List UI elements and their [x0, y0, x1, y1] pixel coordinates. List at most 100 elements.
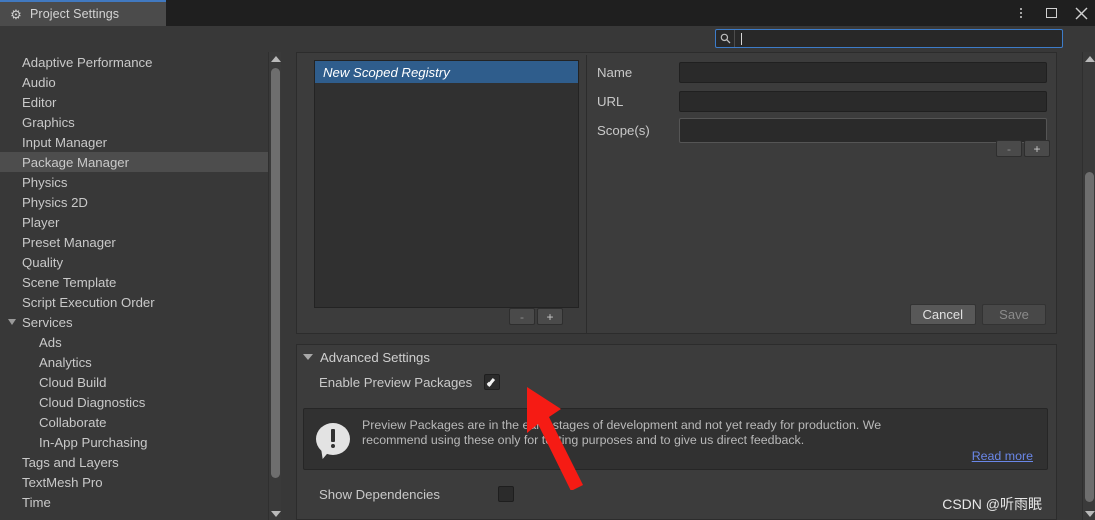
scope-buttons: - + [996, 140, 1050, 157]
sidebar-scrollbar[interactable] [268, 52, 281, 520]
field-name-row: Name [597, 61, 1047, 83]
sidebar-item-ads[interactable]: Ads [0, 332, 268, 352]
toolbar [0, 26, 1095, 52]
sidebar-item-services[interactable]: Services [0, 312, 268, 332]
sidebar-scroll-thumb[interactable] [271, 68, 280, 478]
package-manager-settings: New Scoped Registry - + Name URL Scope(s… [283, 52, 1070, 520]
card-actions: Cancel Save [909, 304, 1046, 325]
scopes-input[interactable] [679, 117, 1047, 143]
check-icon [486, 376, 498, 388]
card-divider [586, 55, 587, 333]
sidebar-item-label: Adaptive Performance [22, 54, 153, 70]
field-scopes-row: Scope(s) [597, 117, 1047, 143]
sidebar-item-label: Collaborate [39, 414, 107, 430]
field-url-row: URL [597, 90, 1047, 112]
kebab-menu-icon[interactable] [1013, 5, 1029, 21]
sidebar-item-label: Cloud Build [39, 374, 107, 390]
sidebar-item-label: Player [22, 214, 60, 230]
scroll-down-arrow-icon[interactable] [269, 507, 282, 520]
watermark: CSDN @听雨眠 [942, 496, 1042, 512]
sidebar-item-label: Time [22, 494, 51, 510]
name-input[interactable] [679, 61, 1047, 83]
settings-sidebar[interactable]: Adaptive Performance Audio Editor Graphics I… [0, 52, 268, 520]
sidebar-item-label: Physics 2D [22, 194, 88, 210]
sidebar-item-label: TextMesh Pro [22, 474, 103, 490]
enable-preview-packages-row: Enable Preview Packages [297, 369, 1056, 395]
sidebar-item-preset-manager[interactable]: Preset Manager [0, 232, 268, 252]
sidebar-item-textmesh-pro[interactable]: TextMesh Pro [0, 472, 268, 492]
sidebar-item-tags-and-layers[interactable]: Tags and Layers [0, 452, 268, 472]
advanced-settings-header[interactable]: Advanced Settings [297, 345, 1056, 369]
registry-list-item[interactable]: New Scoped Registry [315, 61, 578, 83]
sidebar-item-package-manager[interactable]: Package Manager [0, 152, 268, 172]
field-label-scopes: Scope(s) [597, 122, 650, 138]
sidebar-item-script-execution-order[interactable]: Script Execution Order [0, 292, 268, 312]
save-button[interactable]: Save [982, 304, 1046, 325]
sidebar-item-physics[interactable]: Physics [0, 172, 268, 192]
search-icon [716, 30, 734, 47]
add-registry-button[interactable]: + [537, 308, 563, 325]
sidebar-item-cloud-build[interactable]: Cloud Build [0, 372, 268, 392]
show-dependencies-label: Show Dependencies [319, 486, 440, 502]
sidebar-item-audio[interactable]: Audio [0, 72, 268, 92]
scoped-registry-list[interactable]: New Scoped Registry [314, 60, 579, 308]
field-label-name: Name [597, 64, 633, 80]
sidebar-item-label: Script Execution Order [22, 294, 155, 310]
scroll-up-arrow-icon[interactable] [269, 52, 282, 65]
sidebar-item-label: Package Manager [22, 154, 130, 170]
sidebar-item-adaptive-performance[interactable]: Adaptive Performance [0, 52, 268, 72]
sidebar-item-collaborate[interactable]: Collaborate [0, 412, 268, 432]
close-icon[interactable] [1073, 5, 1089, 21]
search-box[interactable] [715, 29, 1063, 48]
sidebar-item-input-manager[interactable]: Input Manager [0, 132, 268, 152]
scoped-registries-card: New Scoped Registry - + Name URL Scope(s… [296, 52, 1057, 334]
add-scope-button[interactable]: + [1024, 140, 1050, 157]
sidebar-item-label: Analytics [39, 354, 92, 370]
sidebar-item-player[interactable]: Player [0, 212, 268, 232]
remove-scope-button[interactable]: - [996, 140, 1022, 157]
field-label-url: URL [597, 93, 624, 109]
show-dependencies-checkbox[interactable] [497, 486, 514, 502]
remove-registry-button[interactable]: - [509, 308, 535, 325]
read-more-link[interactable]: Read more [972, 449, 1033, 463]
info-line-1: Preview Packages are in the early stages… [362, 418, 882, 432]
chevron-down-icon[interactable] [8, 319, 16, 325]
sidebar-item-label: Preset Manager [22, 234, 116, 250]
sidebar-item-label: Services [22, 314, 73, 330]
maximize-icon[interactable] [1043, 5, 1059, 21]
registry-list-buttons: - + [509, 308, 563, 325]
sidebar-item-time[interactable]: Time [0, 492, 268, 512]
sidebar-item-label: Input Manager [22, 134, 108, 150]
gear-icon: ⚙ [10, 6, 22, 22]
window-controls [1013, 0, 1089, 26]
main-scroll-down-arrow-icon[interactable] [1083, 507, 1095, 520]
chevron-down-icon[interactable] [303, 354, 313, 360]
sidebar-item-label: Tags and Layers [22, 454, 119, 470]
sidebar-item-scene-template[interactable]: Scene Template [0, 272, 268, 292]
sidebar-item-in-app-purchasing[interactable]: In-App Purchasing [0, 432, 268, 452]
title-bar: ⚙ Project Settings [0, 0, 1095, 26]
url-input[interactable] [679, 90, 1047, 112]
project-settings-window: ⚙ Project Settings Adaptive Performance A… [0, 0, 1095, 520]
main-scrollbar[interactable] [1082, 52, 1095, 520]
sidebar-item-quality[interactable]: Quality [0, 252, 268, 272]
search-input[interactable] [735, 30, 1062, 47]
sidebar-item-label: Scene Template [22, 274, 117, 290]
sidebar-item-cloud-diagnostics[interactable]: Cloud Diagnostics [0, 392, 268, 412]
cancel-button[interactable]: Cancel [909, 304, 976, 325]
main-scroll-thumb[interactable] [1085, 172, 1094, 502]
sidebar-item-label: Physics [22, 174, 68, 190]
sidebar-item-graphics[interactable]: Graphics [0, 112, 268, 132]
sidebar-item-label: In-App Purchasing [39, 434, 148, 450]
main-scroll-up-arrow-icon[interactable] [1083, 52, 1095, 65]
info-line-2: recommend using these only for testing p… [362, 433, 805, 447]
enable-preview-packages-checkbox[interactable] [484, 374, 501, 390]
sidebar-item-physics-2d[interactable]: Physics 2D [0, 192, 268, 212]
registry-form: Name URL Scope(s) [597, 61, 1047, 148]
sidebar-item-analytics[interactable]: Analytics [0, 352, 268, 372]
info-text: Preview Packages are in the early stages… [362, 409, 1047, 469]
sidebar-item-label: Cloud Diagnostics [39, 394, 146, 410]
sidebar-item-label: Editor [22, 94, 57, 110]
tab-project-settings[interactable]: ⚙ Project Settings [0, 0, 166, 26]
sidebar-item-editor[interactable]: Editor [0, 92, 268, 112]
